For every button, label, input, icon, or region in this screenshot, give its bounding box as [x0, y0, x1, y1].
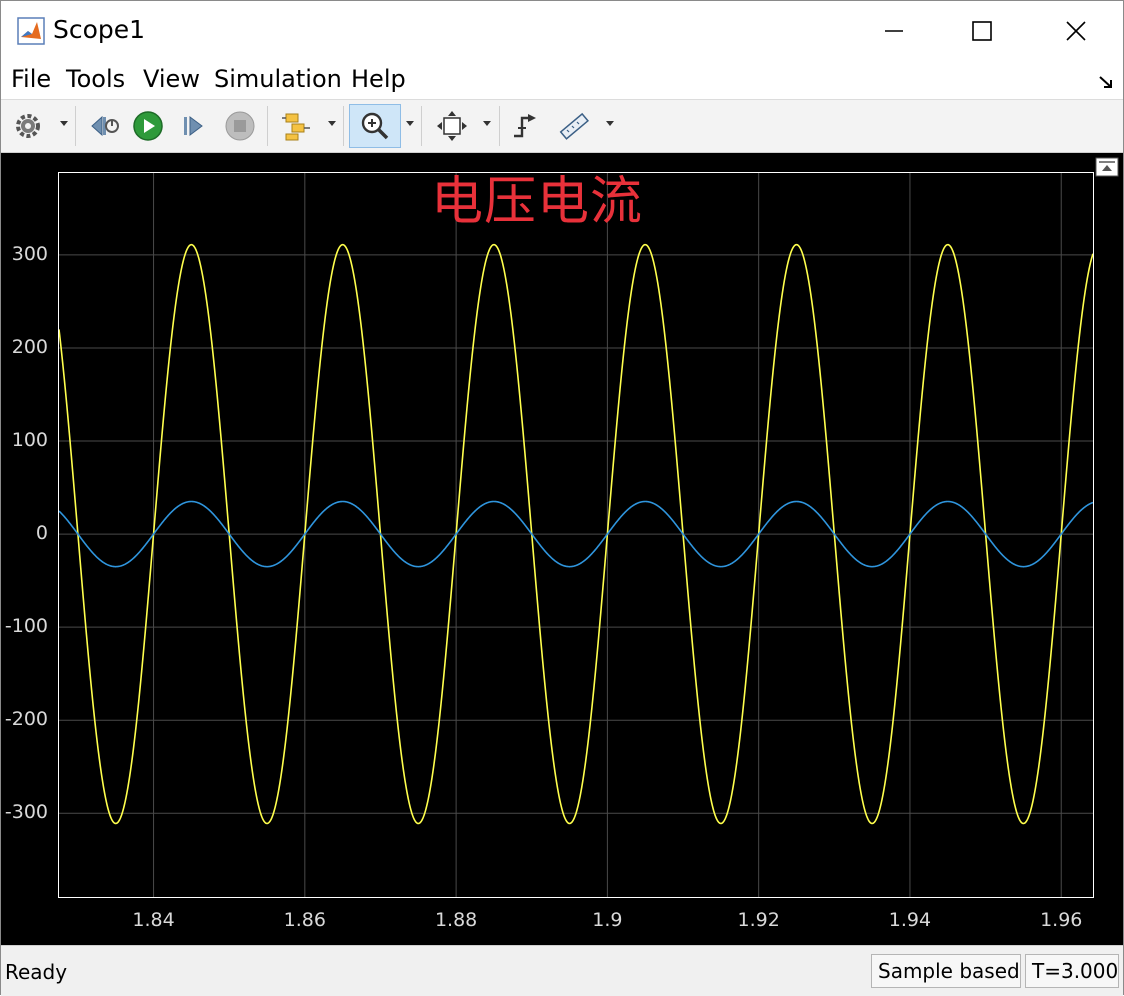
step-forward-button[interactable] — [173, 104, 215, 148]
status-ready: Ready — [5, 960, 68, 984]
y-tick-label: 0 — [35, 522, 48, 545]
toolbar-separator — [421, 106, 422, 146]
trigger-icon — [514, 114, 536, 138]
fit-to-view-icon — [437, 111, 467, 141]
signal-select-icon — [282, 113, 310, 141]
y-tick-label: 200 — [11, 335, 48, 358]
axes[interactable] — [58, 172, 1094, 898]
menu-help[interactable]: Help — [351, 65, 406, 93]
y-tick-label: -300 — [4, 801, 48, 824]
y-tick-label: -100 — [4, 615, 48, 638]
menu-bar: File Tools View Simulation Help — [1, 59, 1123, 99]
y-tick-label: 100 — [11, 429, 48, 451]
toolbar-separator — [75, 106, 76, 146]
toolbar-separator — [499, 106, 500, 146]
measure-icon — [559, 112, 589, 140]
run-button[interactable] — [127, 104, 169, 148]
signal-select-button[interactable] — [275, 104, 317, 148]
minimize-icon — [885, 30, 903, 32]
x-tick-label: 1.84 — [132, 909, 175, 931]
chevron-down-icon[interactable] — [59, 118, 69, 128]
trigger-button[interactable] — [505, 104, 547, 148]
status-time: T=3.000 — [1025, 954, 1119, 988]
stop-button[interactable] — [219, 104, 261, 148]
gear-icon — [16, 114, 40, 138]
zoom-in-icon — [361, 112, 389, 140]
stop-icon — [225, 111, 255, 141]
zoom-in-button[interactable] — [349, 104, 401, 148]
x-tick-label: 1.92 — [737, 909, 780, 931]
restore-legend-button[interactable] — [1095, 157, 1119, 177]
step-forward-icon — [184, 116, 203, 136]
measure-button[interactable] — [553, 104, 595, 148]
settings-button[interactable] — [7, 104, 49, 148]
maximize-button[interactable] — [959, 9, 1005, 53]
step-back-button[interactable] — [83, 104, 125, 148]
status-bar: Ready Sample based T=3.000 — [1, 945, 1123, 996]
title-bar[interactable]: Scope1 — [1, 1, 1123, 59]
x-tick-label: 1.94 — [888, 909, 932, 931]
x-tick-label: 1.88 — [434, 909, 478, 931]
menu-view[interactable]: View — [143, 65, 200, 93]
close-button[interactable] — [1053, 9, 1099, 53]
close-icon — [1066, 21, 1086, 41]
maximize-icon — [972, 21, 992, 41]
matlab-logo-icon — [17, 17, 45, 45]
run-icon — [133, 111, 163, 141]
scope-window: Scope1 File Tools View Simulation Help 3… — [0, 0, 1124, 996]
x-tick-label: 1.9 — [592, 909, 623, 931]
waveform-chart — [59, 173, 1093, 897]
toolbar-separator — [267, 106, 268, 146]
menu-file[interactable]: File — [11, 65, 51, 93]
menu-simulation[interactable]: Simulation — [214, 65, 342, 93]
x-tick-label: 1.96 — [1040, 909, 1083, 931]
chevron-down-icon[interactable] — [327, 118, 337, 128]
chevron-down-icon[interactable] — [405, 118, 415, 128]
status-mode: Sample based — [871, 954, 1021, 988]
chevron-down-icon[interactable] — [482, 118, 492, 128]
undock-arrow-icon[interactable] — [1097, 73, 1115, 91]
minimize-button[interactable] — [871, 9, 917, 53]
y-tick-label: -200 — [4, 708, 48, 731]
toolbar — [1, 99, 1123, 153]
x-tick-label: 1.86 — [283, 909, 326, 931]
toolbar-separator — [343, 106, 344, 146]
window-title: Scope1 — [53, 15, 146, 44]
menu-tools[interactable]: Tools — [66, 65, 125, 93]
plot-title: 电压电流 — [431, 172, 644, 232]
y-tick-label: 300 — [11, 242, 48, 265]
fit-to-view-button[interactable] — [431, 104, 473, 148]
step-back-icon — [91, 115, 119, 137]
chevron-down-icon[interactable] — [605, 118, 615, 128]
